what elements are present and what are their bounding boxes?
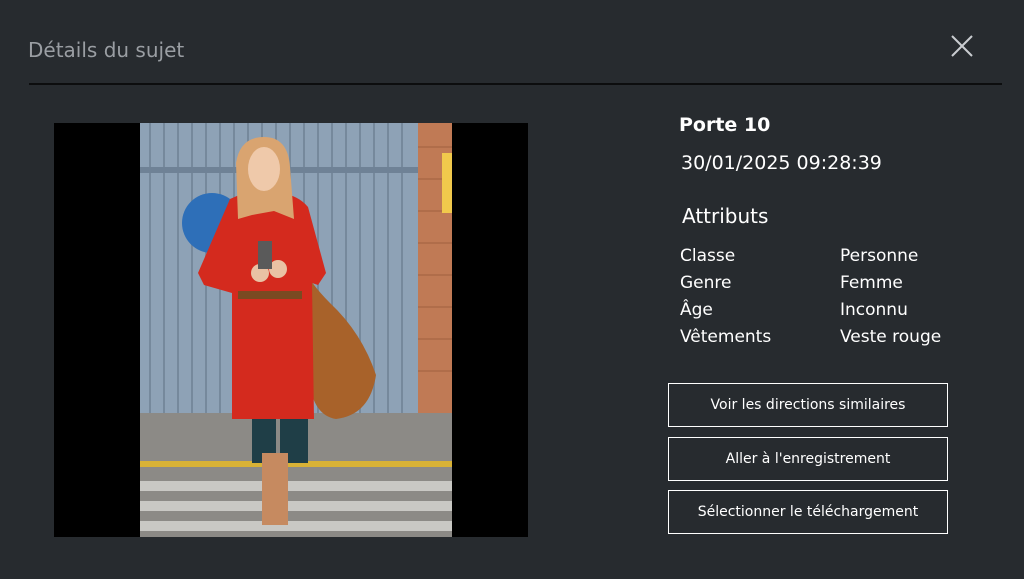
attribute-row-clothing: Vêtements Veste rouge [680, 327, 980, 351]
capture-datetime: 30/01/2025 09:28:39 [681, 152, 882, 174]
go-to-recording-button[interactable]: Aller à l'enregistrement [668, 437, 948, 481]
attribute-value: Femme [840, 273, 903, 293]
dialog-title: Détails du sujet [28, 38, 185, 62]
subject-photo [140, 123, 452, 537]
similar-directions-button[interactable]: Voir les directions similaires [668, 383, 948, 427]
close-button[interactable] [946, 30, 978, 62]
attribute-row-gender: Genre Femme [680, 273, 980, 297]
attribute-key: Vêtements [680, 327, 772, 347]
attribute-row-age: Âge Inconnu [680, 300, 980, 324]
attribute-value: Personne [840, 246, 919, 266]
attribute-key: Genre [680, 273, 732, 293]
attribute-value: Inconnu [840, 300, 908, 320]
camera-location: Porte 10 [679, 114, 771, 136]
header-divider [29, 83, 1002, 85]
attribute-value: Veste rouge [840, 327, 942, 347]
select-download-button[interactable]: Sélectionner le téléchargement [668, 490, 948, 534]
attribute-row-class: Classe Personne [680, 246, 980, 270]
close-icon [951, 35, 973, 57]
attribute-key: Âge [680, 300, 713, 320]
subject-snapshot [54, 123, 528, 537]
attribute-key: Classe [680, 246, 736, 266]
attributes-heading: Attributs [682, 204, 769, 228]
